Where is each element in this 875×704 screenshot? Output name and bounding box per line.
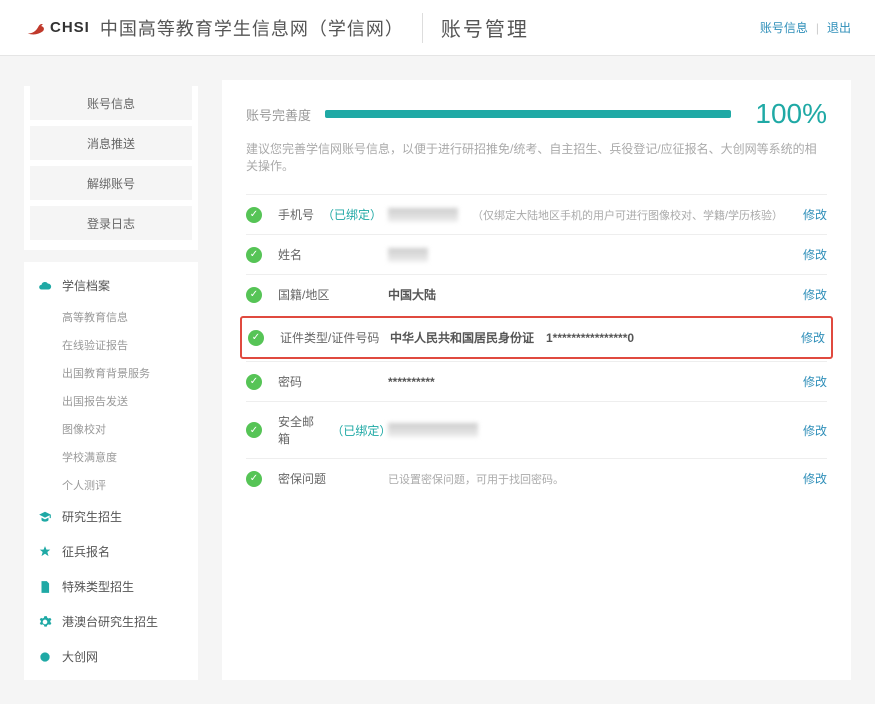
field-label: 国籍/地区 <box>278 286 388 303</box>
sidebar-nav: 学信档案 高等教育信息 在线验证报告 出国教育背景服务 出国报告发送 图像校对 … <box>24 262 198 680</box>
progress-row: 账号完善度 100% <box>246 98 827 130</box>
file-icon <box>38 580 56 594</box>
divider <box>422 13 423 43</box>
value-text: 中华人民共和国居民身份证 1****************0 <box>390 329 634 346</box>
check-icon: ✓ <box>248 330 264 346</box>
sidebar-top-panel: 账号信息 消息推送 解绑账号 登录日志 <box>24 86 198 250</box>
edit-link[interactable]: 修改 <box>803 373 827 390</box>
nav-label: 学信档案 <box>62 277 110 294</box>
edit-link[interactable]: 修改 <box>803 422 827 439</box>
field-value: 中国大陆 <box>388 286 803 303</box>
sidebar: 账号信息 消息推送 解绑账号 登录日志 学信档案 高等教育信息 在线验证报告 出… <box>24 80 198 680</box>
field-label: 安全邮箱 （已绑定） <box>278 413 388 447</box>
progress-label: 账号完善度 <box>246 105 311 124</box>
check-icon: ✓ <box>246 247 262 263</box>
nav-label: 征兵报名 <box>62 543 110 560</box>
edit-link[interactable]: 修改 <box>803 286 827 303</box>
sidebar-btn-login-log[interactable]: 登录日志 <box>30 206 192 240</box>
logo-block: CHSI 中国高等教育学生信息网（学信网） <box>24 15 404 41</box>
nav-sub[interactable]: 个人测评 <box>24 471 198 499</box>
field-security-question: ✓ 密保问题 已设置密保问题，可用于找回密码。 修改 <box>246 458 827 498</box>
field-email: ✓ 安全邮箱 （已绑定） 修改 <box>246 401 827 458</box>
value-text: ********** <box>388 375 435 389</box>
circle-icon <box>38 650 56 664</box>
nav-graduate[interactable]: 研究生招生 <box>24 499 198 534</box>
header-right: 账号信息 | 退出 <box>760 19 851 36</box>
field-value: 中华人民共和国居民身份证 1****************0 <box>390 329 801 346</box>
check-icon: ✓ <box>246 207 262 223</box>
separator: | <box>816 21 819 35</box>
account-info-link[interactable]: 账号信息 <box>760 19 808 36</box>
nav-dachuang[interactable]: 大创网 <box>24 639 198 674</box>
page-body: 账号信息 消息推送 解绑账号 登录日志 学信档案 高等教育信息 在线验证报告 出… <box>0 56 875 704</box>
nav-army[interactable]: 征兵报名 <box>24 534 198 569</box>
check-icon: ✓ <box>246 287 262 303</box>
edit-link[interactable]: 修改 <box>803 470 827 487</box>
bound-tag: （已绑定） <box>331 422 388 439</box>
label-text: 手机号 <box>278 206 314 223</box>
field-phone: ✓ 手机号 （已绑定） （仅绑定大陆地区手机的用户可进行图像校对、学籍/学历核验… <box>246 194 827 234</box>
nav-sub[interactable]: 在线验证报告 <box>24 331 198 359</box>
edit-link[interactable]: 修改 <box>803 206 827 223</box>
cloud-icon <box>38 279 56 293</box>
nav-label: 研究生招生 <box>62 508 122 525</box>
graduation-icon <box>38 510 56 524</box>
field-value: （仅绑定大陆地区手机的用户可进行图像校对、学籍/学历核验） <box>388 207 803 223</box>
field-label: 密保问题 <box>278 470 388 487</box>
field-name: ✓ 姓名 修改 <box>246 234 827 274</box>
field-nationality: ✓ 国籍/地区 中国大陆 修改 <box>246 274 827 314</box>
bound-tag: （已绑定） <box>322 206 382 223</box>
nav-sub[interactable]: 出国教育背景服务 <box>24 359 198 387</box>
logout-link[interactable]: 退出 <box>827 19 851 36</box>
nav-sub[interactable]: 图像校对 <box>24 415 198 443</box>
field-password: ✓ 密码 ********** 修改 <box>246 361 827 401</box>
nav-sub[interactable]: 学校满意度 <box>24 443 198 471</box>
field-value <box>388 423 803 437</box>
logo-text: CHSI <box>50 19 90 36</box>
field-note: （仅绑定大陆地区手机的用户可进行图像校对、学籍/学历核验） <box>472 207 783 223</box>
edit-link[interactable]: 修改 <box>801 329 825 346</box>
id-highlight-box: ✓ 证件类型/证件号码 中华人民共和国居民身份证 1**************… <box>240 316 833 359</box>
nav-sub[interactable]: 出国报告发送 <box>24 387 198 415</box>
field-label: 密码 <box>278 373 388 390</box>
star-icon <box>38 545 56 559</box>
nav-hkmotw[interactable]: 港澳台研究生招生 <box>24 604 198 639</box>
site-name: 中国高等教育学生信息网（学信网） <box>100 15 404 41</box>
edit-link[interactable]: 修改 <box>803 246 827 263</box>
masked-value <box>388 423 478 437</box>
field-label: 证件类型/证件号码 <box>280 329 390 346</box>
sidebar-btn-account-info[interactable]: 账号信息 <box>30 86 192 120</box>
main-panel: 账号完善度 100% 建议您完善学信网账号信息，以便于进行研招推免/统考、自主招… <box>222 80 851 680</box>
sidebar-btn-unbind[interactable]: 解绑账号 <box>30 166 192 200</box>
value-text: 中国大陆 <box>388 286 436 303</box>
masked-value <box>388 248 428 262</box>
nav-label: 特殊类型招生 <box>62 578 134 595</box>
nav-xuexin[interactable]: 学信档案 <box>24 268 198 303</box>
gear-icon <box>38 615 56 629</box>
nav-sub[interactable]: 高等教育信息 <box>24 303 198 331</box>
field-label: 手机号 （已绑定） <box>278 206 388 223</box>
bird-icon <box>24 17 46 39</box>
check-icon: ✓ <box>246 374 262 390</box>
progress-bar <box>325 110 731 118</box>
field-id: ✓ 证件类型/证件号码 中华人民共和国居民身份证 1**************… <box>248 318 825 357</box>
field-value: ********** <box>388 375 803 389</box>
field-value <box>388 248 803 262</box>
field-label: 姓名 <box>278 246 388 263</box>
field-value: 已设置密保问题，可用于找回密码。 <box>388 471 803 487</box>
check-icon: ✓ <box>246 471 262 487</box>
masked-value <box>388 208 458 222</box>
progress-hint: 建议您完善学信网账号信息，以便于进行研招推免/统考、自主招生、兵役登记/应征报名… <box>246 140 827 174</box>
nav-label: 大创网 <box>62 648 98 665</box>
nav-special[interactable]: 特殊类型招生 <box>24 569 198 604</box>
nav-label: 港澳台研究生招生 <box>62 613 158 630</box>
label-text: 安全邮箱 <box>278 413 323 447</box>
check-icon: ✓ <box>246 422 262 438</box>
page-title: 账号管理 <box>441 13 529 42</box>
page-header: CHSI 中国高等教育学生信息网（学信网） 账号管理 账号信息 | 退出 <box>0 0 875 56</box>
progress-percent: 100% <box>755 98 827 130</box>
sidebar-btn-msg-push[interactable]: 消息推送 <box>30 126 192 160</box>
